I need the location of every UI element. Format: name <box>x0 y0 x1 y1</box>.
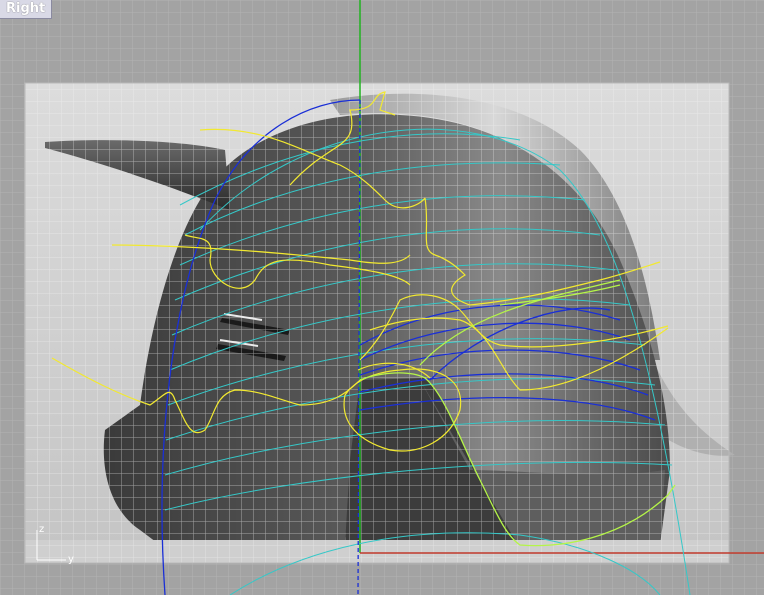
viewport-title-tab[interactable]: Right <box>0 0 53 19</box>
axis-label-z: z <box>39 524 44 535</box>
helmet-photo[interactable] <box>24 82 735 564</box>
axis-label-y: y <box>68 554 74 565</box>
viewport-canvas[interactable]: z y <box>0 0 764 595</box>
right-viewport[interactable]: Right z y <box>0 0 764 595</box>
